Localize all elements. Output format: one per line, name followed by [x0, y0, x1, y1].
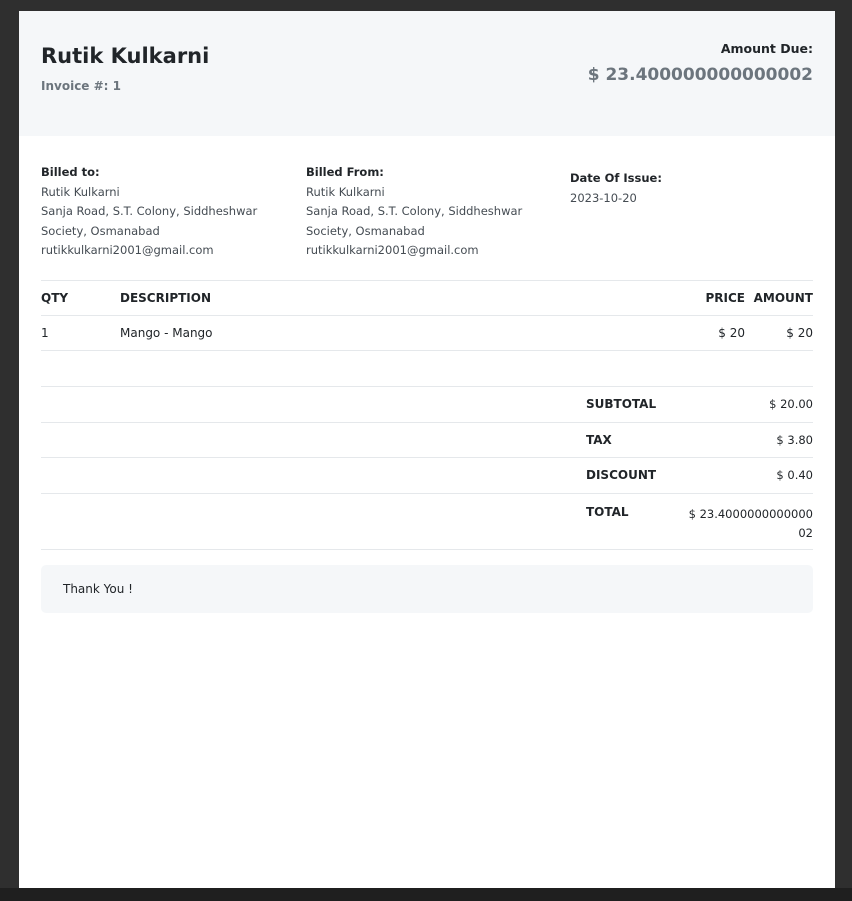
billed-from-block: Billed From: Rutik Kulkarni Sanja Road, … [306, 163, 546, 261]
amount-due-label: Amount Due: [720, 41, 813, 56]
parties-section: Billed to: Rutik Kulkarni Sanja Road, S.… [41, 163, 813, 273]
item-amount: $ 20 [745, 315, 813, 351]
items-header-row: QTY DESCRIPTION PRICE AMOUNT [41, 280, 813, 316]
header-amount: AMOUNT [745, 280, 813, 316]
discount-row: DISCOUNT $ 0.40 [41, 457, 813, 493]
total-label: TOTAL [586, 492, 686, 550]
amount-due-value: $ 23.400000000000002 [587, 65, 813, 85]
invoice-number: Invoice #: 1 [41, 79, 121, 93]
tax-row: TAX $ 3.80 [41, 421, 813, 458]
header-description: DESCRIPTION [120, 280, 673, 316]
billed-from-address-2: Society, Osmanabad [306, 223, 425, 238]
table-row: 1 Mango - Mango $ 20 $ 20 [41, 315, 813, 351]
tax-label: TAX [586, 421, 686, 458]
billed-to-email: rutikkulkarni2001@gmail.com [41, 243, 214, 257]
item-description: Mango - Mango [120, 315, 673, 351]
taskbar-strip [0, 888, 852, 901]
billed-from-name: Rutik Kulkarni [306, 184, 385, 199]
billed-to-block: Billed to: Rutik Kulkarni Sanja Road, S.… [41, 163, 281, 261]
billed-from-email: rutikkulkarni2001@gmail.com [306, 243, 479, 257]
date-of-issue-block: Date Of Issue: 2023-10-20 [570, 169, 770, 208]
billed-to-address-1: Sanja Road, S.T. Colony, Siddheshwar [41, 204, 258, 218]
business-name: Rutik Kulkarni [41, 44, 210, 68]
invoice-header: Rutik Kulkarni Invoice #: 1 Amount Due: … [19, 11, 835, 136]
date-of-issue-value: 2023-10-20 [570, 190, 637, 205]
billed-from-title: Billed From: [306, 165, 384, 179]
subtotal-label: SUBTOTAL [586, 386, 686, 422]
thank-you-note: Thank You ! [41, 565, 813, 613]
billed-to-title: Billed to: [41, 165, 100, 179]
item-qty: 1 [41, 315, 120, 351]
subtotal-value: $ 20.00 [686, 386, 813, 422]
invoice-modal: Rutik Kulkarni Invoice #: 1 Amount Due: … [19, 11, 835, 888]
header-price: PRICE [673, 280, 745, 316]
billed-from-address-1: Sanja Road, S.T. Colony, Siddheshwar [306, 204, 523, 218]
subtotal-row: SUBTOTAL $ 20.00 [41, 386, 813, 422]
billed-to-name: Rutik Kulkarni [41, 184, 120, 199]
date-of-issue-title: Date Of Issue: [570, 171, 662, 185]
items-table: QTY DESCRIPTION PRICE AMOUNT 1 Mango - M… [41, 280, 813, 351]
billed-to-address-2: Society, Osmanabad [41, 223, 160, 238]
tax-value: $ 3.80 [686, 421, 813, 458]
totals-table: SUBTOTAL $ 20.00 TAX $ 3.80 DISCOUNT $ 0… [41, 386, 813, 550]
total-value: $ 23.400000000000002 [686, 492, 813, 550]
discount-label: DISCOUNT [586, 457, 686, 493]
discount-value: $ 0.40 [686, 457, 813, 493]
header-qty: QTY [41, 280, 120, 316]
item-price: $ 20 [673, 315, 745, 351]
total-row: TOTAL $ 23.400000000000002 [41, 492, 813, 550]
